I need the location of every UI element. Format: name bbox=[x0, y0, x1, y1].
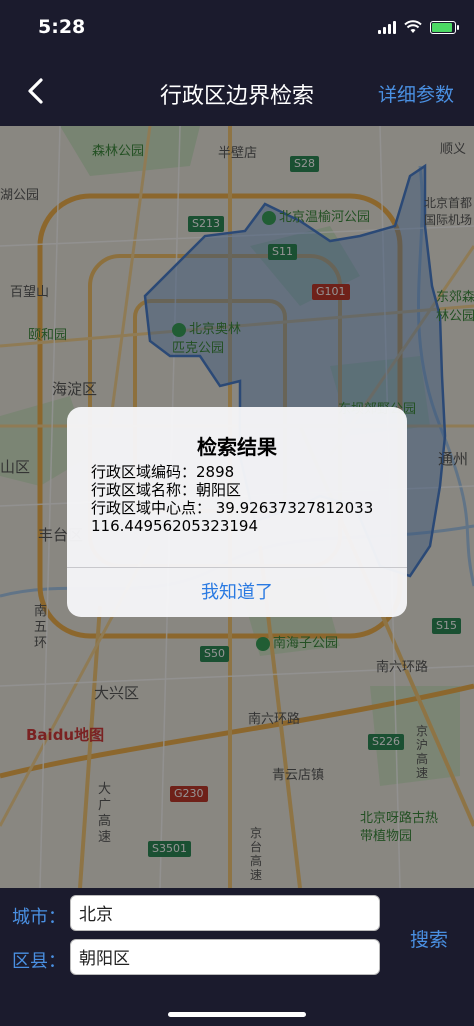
search-form: 城市： 北京 区县： 朝阳区 搜索 bbox=[0, 888, 474, 1026]
result-dialog: 检索结果 行政区域编码：2898 行政区域名称：朝阳区 行政区域中心点： 39.… bbox=[67, 407, 407, 617]
battery-icon bbox=[430, 20, 459, 34]
city-label: 城市： bbox=[12, 907, 66, 928]
ok-button[interactable]: 我知道了 bbox=[67, 568, 407, 617]
wifi-icon bbox=[404, 20, 422, 33]
district-input[interactable]: 朝阳区 bbox=[70, 939, 380, 975]
dialog-body: 行政区域编码：2898 行政区域名称：朝阳区 行政区域中心点： 39.92637… bbox=[91, 463, 397, 535]
home-indicator bbox=[168, 1012, 306, 1017]
signal-icon bbox=[378, 20, 396, 34]
district-center-lng: 116.44956205323194 bbox=[91, 517, 259, 535]
district-name: 行政区域名称：朝阳区 bbox=[91, 481, 242, 499]
district-code: 行政区域编码：2898 bbox=[91, 463, 235, 481]
status-time: 5:28 bbox=[38, 16, 86, 38]
status-bar: 5:28 bbox=[0, 0, 474, 60]
nav-bar: 行政区边界检索 详细参数 bbox=[0, 60, 474, 126]
detail-params-button[interactable]: 详细参数 bbox=[378, 80, 454, 107]
district-center: 行政区域中心点： 39.92637327812033 bbox=[91, 499, 374, 517]
city-input[interactable]: 北京 bbox=[70, 895, 380, 931]
district-label: 区县： bbox=[12, 951, 66, 972]
status-icons bbox=[378, 20, 459, 34]
chevron-left-icon[interactable] bbox=[22, 76, 52, 106]
search-button[interactable]: 搜索 bbox=[410, 925, 448, 952]
dialog-title: 检索结果 bbox=[197, 435, 277, 459]
